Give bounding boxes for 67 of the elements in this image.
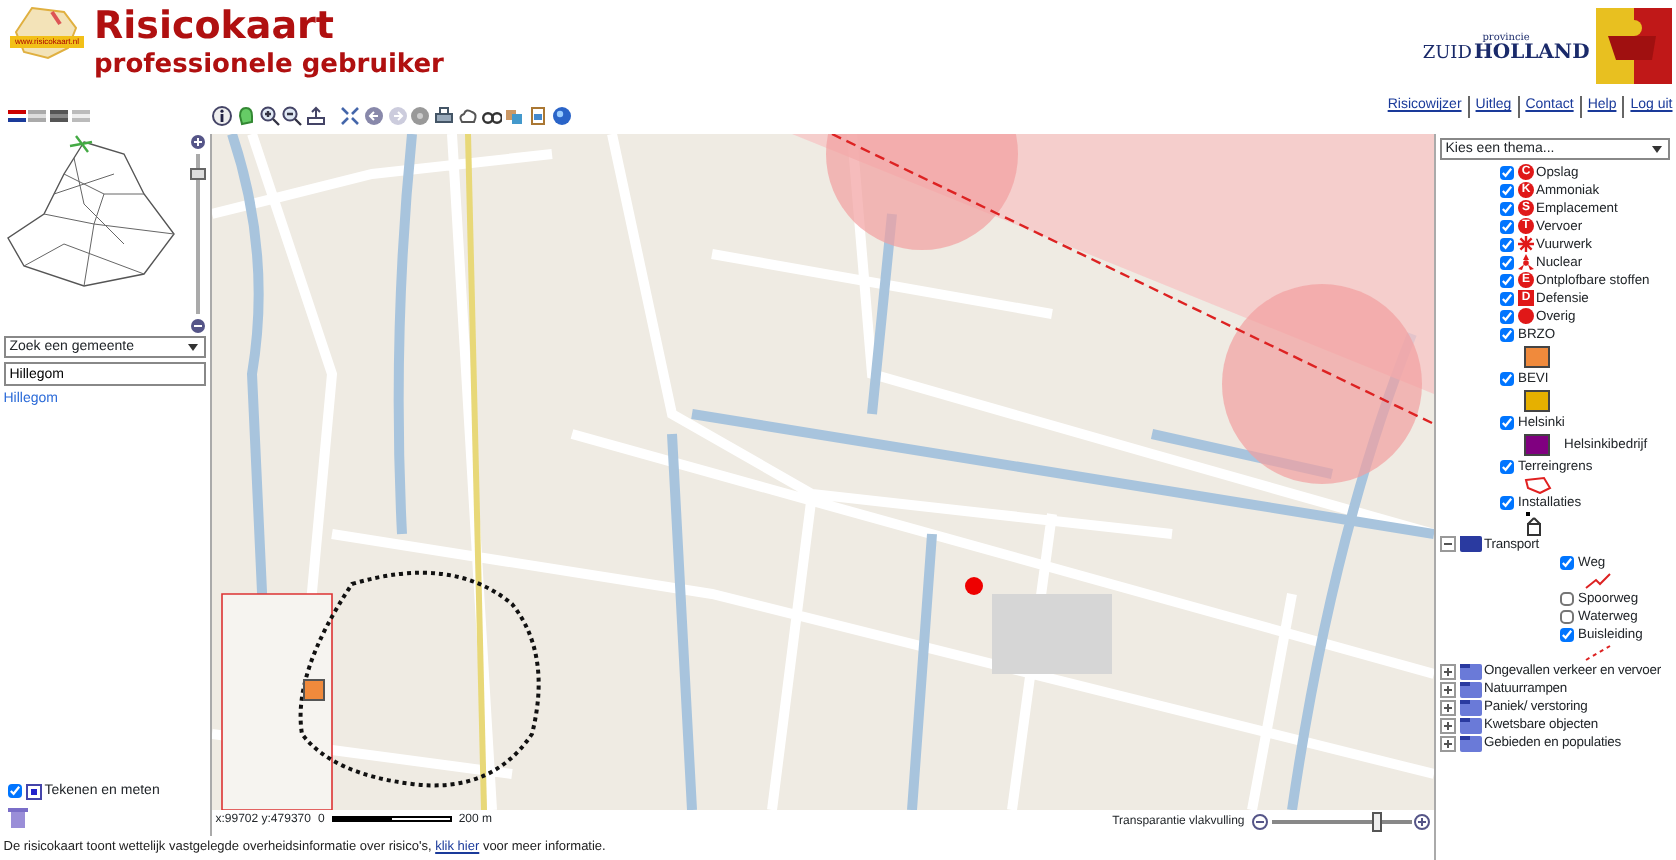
layer-checkbox[interactable] <box>1500 255 1514 269</box>
risk-location-marker[interactable] <box>965 577 983 595</box>
export-icon[interactable] <box>306 105 326 125</box>
document-icon[interactable] <box>528 105 548 125</box>
layer-checkbox[interactable] <box>1500 201 1514 215</box>
zoom-out-icon[interactable] <box>1251 813 1268 830</box>
layer-checkbox[interactable] <box>1500 273 1514 287</box>
draw-checkbox[interactable] <box>7 784 21 799</box>
layer-checkbox[interactable] <box>1560 628 1574 643</box>
flag-icon[interactable] <box>7 109 25 121</box>
trash-icon[interactable] <box>7 806 28 828</box>
layer-checkbox[interactable] <box>1500 165 1514 179</box>
expand-icon[interactable] <box>1440 699 1456 716</box>
dropdown-arrow-icon <box>1650 141 1665 156</box>
full-extent-icon[interactable] <box>340 105 360 125</box>
folder-icon <box>1460 681 1482 698</box>
slider-thumb[interactable] <box>190 168 207 181</box>
folder-icon <box>1460 699 1482 716</box>
pipeline-line-icon <box>1584 644 1612 663</box>
folder-icon <box>1460 663 1482 680</box>
radiation-icon <box>1518 254 1534 270</box>
zoom-out-icon[interactable] <box>190 317 207 333</box>
dropdown-arrow-icon <box>186 340 201 355</box>
site-marker[interactable] <box>303 679 325 701</box>
layer-checkbox[interactable] <box>1500 371 1514 385</box>
layer-checkbox[interactable] <box>1560 555 1574 570</box>
layer-checkbox[interactable] <box>1500 183 1514 197</box>
zoom-in-icon[interactable] <box>1414 813 1431 830</box>
slider-thumb[interactable] <box>1372 811 1383 832</box>
dot-icon <box>1518 308 1534 324</box>
back-icon[interactable] <box>363 105 384 125</box>
app-title: Risicokaart <box>94 3 337 48</box>
expand-icon[interactable] <box>1440 681 1456 698</box>
folder-icon <box>1460 735 1482 752</box>
info-icon[interactable] <box>212 105 232 125</box>
layer-checkbox[interactable] <box>1500 495 1514 510</box>
layer-checkbox[interactable] <box>1500 291 1514 305</box>
app-subtitle: professionele gebruiker <box>94 47 444 82</box>
fireworks-icon <box>1518 236 1534 252</box>
layer-checkbox[interactable] <box>1500 327 1514 341</box>
zoom-in-icon[interactable] <box>259 105 279 125</box>
layer-checkbox[interactable] <box>1500 309 1514 323</box>
layer-checkbox[interactable] <box>1500 219 1514 233</box>
layer-checkbox[interactable] <box>1500 415 1514 429</box>
print-icon[interactable] <box>434 105 454 125</box>
coat-of-arms-icon <box>1596 7 1673 83</box>
scale-bar <box>331 816 452 823</box>
folder-icon <box>1460 717 1482 734</box>
cloud-icon[interactable] <box>457 105 478 125</box>
layer-checkbox[interactable] <box>1560 592 1574 607</box>
collapse-icon[interactable] <box>1440 536 1456 553</box>
layer-checkbox[interactable] <box>1500 459 1514 473</box>
zoom-out-icon[interactable] <box>282 105 303 125</box>
flag-icon[interactable] <box>50 109 68 121</box>
draw-tool-icon <box>25 783 41 800</box>
road-line-icon <box>1584 571 1612 590</box>
province-name: HOLLAND <box>1473 46 1590 62</box>
expand-icon[interactable] <box>1440 717 1456 734</box>
province-name: ZUID <box>1422 46 1472 62</box>
folder-icon <box>1460 536 1482 553</box>
installation-icon <box>1524 511 1544 536</box>
outline-legend-icon <box>1524 475 1552 493</box>
expand-icon[interactable] <box>1440 663 1456 680</box>
expand-icon[interactable] <box>1440 735 1456 752</box>
globe-icon[interactable] <box>551 105 572 125</box>
layer-checkbox[interactable] <box>1560 610 1574 625</box>
layer-checkbox[interactable] <box>1500 237 1514 251</box>
